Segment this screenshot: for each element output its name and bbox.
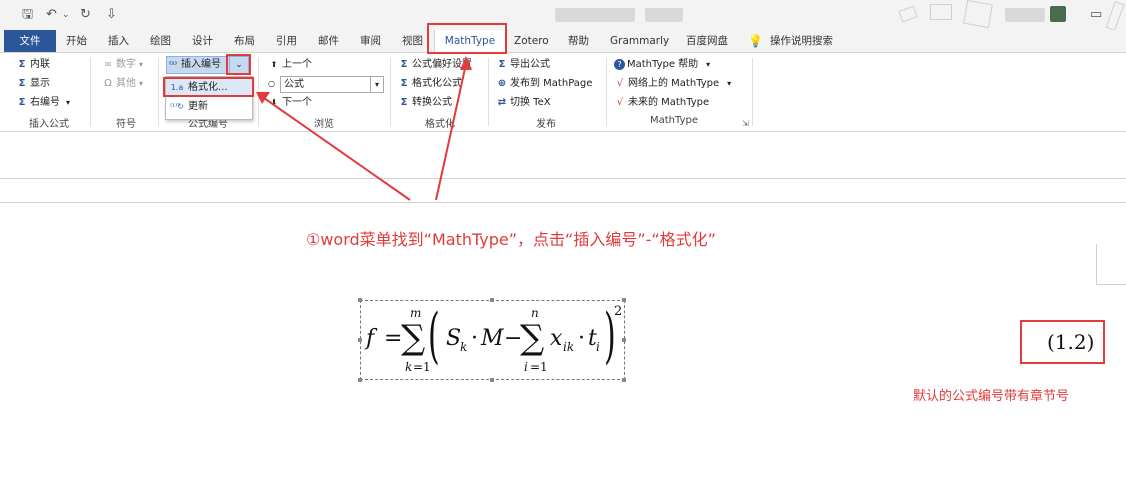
annotation-step1: ①word菜单找到“MathType”，点击“插入编号”-“格式化” bbox=[306, 230, 716, 249]
arrow-to-format-item bbox=[263, 97, 411, 201]
arrow-head bbox=[256, 92, 270, 104]
arrow-to-mathtype-tab bbox=[435, 63, 467, 201]
arrow-head bbox=[460, 56, 472, 70]
annotation-arrows bbox=[256, 56, 472, 201]
annotation-default-note: 默认的公式编号带有章节号 bbox=[913, 389, 1070, 404]
